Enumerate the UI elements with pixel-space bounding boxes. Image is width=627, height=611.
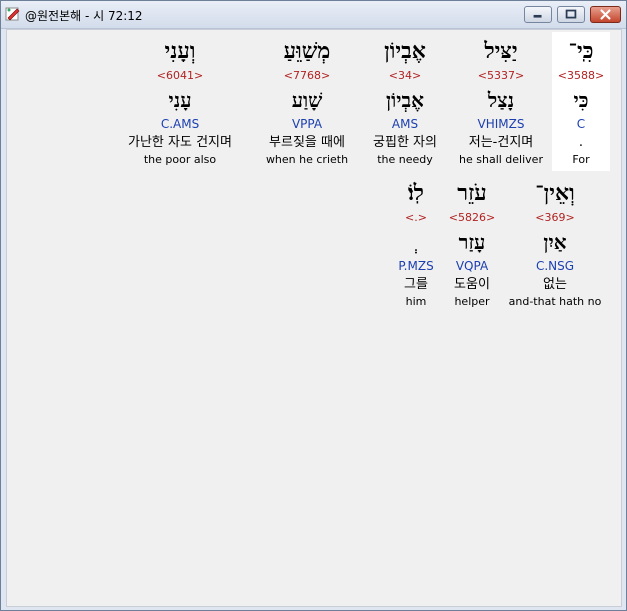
close-icon [600, 9, 611, 20]
korean-gloss: 궁핍한 자의 [373, 135, 437, 150]
maximize-icon [565, 9, 577, 19]
maximize-button[interactable] [557, 6, 585, 23]
morphology-code: VHIMZS [477, 117, 525, 131]
english-gloss: him [405, 295, 427, 308]
interlinear-view: כִּֽי־ <3588> כִּי C . For יַצִּיל <5337… [6, 29, 622, 607]
morphology-code: C [576, 117, 586, 131]
strong-number[interactable]: <6041> [109, 67, 251, 85]
hebrew-word: אֶבְיוֹן [384, 38, 426, 64]
title-bar[interactable]: @원전본해 - 시 72:12 [1, 1, 626, 29]
word-block[interactable]: אֶבְיוֹן <34> אֶבְיוֹן AMS 궁핍한 자의 the ne… [355, 32, 455, 168]
hebrew-word: וְעָנִי [164, 38, 196, 64]
morphology-code: VPPA [291, 117, 323, 131]
morphology-code: C.NSG [535, 259, 575, 273]
app-window: @원전본해 - 시 72:12 כִּֽי־ <3588> כִּי C . F… [0, 0, 627, 611]
korean-gloss: 그를 [404, 277, 428, 292]
korean-gloss: 가난한 자도 건지며 [128, 135, 232, 150]
korean-gloss: 저는-건지며 [468, 135, 534, 150]
hebrew-word: מְשַׁוֵּעַ [283, 38, 331, 64]
english-gloss: the needy [377, 153, 433, 166]
hebrew-word: לֽוֹ׃ [408, 180, 424, 206]
lemma: נָצַל [487, 88, 515, 112]
strong-number[interactable]: <.> [385, 209, 447, 227]
lemma: אֶבְיוֹן [386, 88, 424, 112]
lemma: שָׁוַע [291, 88, 323, 112]
word-block[interactable]: וְאֵין־ <369> אַיִן C.NSG 없는 and-that ha… [503, 177, 607, 310]
window-title: @원전본해 - 시 72:12 [25, 9, 143, 23]
strong-number[interactable]: <7768> [255, 67, 359, 85]
lemma: אַיִן [543, 230, 567, 254]
strong-number[interactable]: <3588> [552, 67, 610, 85]
strong-number[interactable]: <34> [355, 67, 455, 85]
korean-gloss: 없는 [543, 277, 567, 292]
hebrew-word: יַצִּיל [484, 38, 518, 64]
morphology-code: P.MZS [398, 259, 434, 273]
english-gloss: For [572, 153, 590, 166]
english-gloss: the poor also [143, 153, 217, 166]
word-block[interactable]: וְעָנִי <6041> עָנִי C.AMS 가난한 자도 건지며 th… [109, 32, 251, 168]
lemma: ְ [385, 227, 447, 257]
strong-number[interactable]: <369> [503, 209, 607, 227]
word-block[interactable]: כִּֽי־ <3588> כִּי C . For [552, 32, 610, 171]
minimize-button[interactable] [524, 6, 552, 23]
english-gloss: when he crieth [265, 153, 349, 166]
strong-number[interactable]: <5337> [451, 67, 551, 85]
word-block[interactable]: מְשַׁוֵּעַ <7768> שָׁוַע VPPA 부르짖을 때에 wh… [255, 32, 359, 168]
lemma: עָנִי [168, 88, 192, 112]
hebrew-word: כִּֽי־ [568, 38, 594, 64]
morphology-code: C.AMS [160, 117, 200, 131]
minimize-icon [533, 14, 542, 18]
korean-gloss: . [578, 135, 584, 150]
lemma: כִּי [573, 88, 589, 112]
morphology-code: AMS [391, 117, 419, 131]
close-button[interactable] [590, 6, 621, 23]
word-block[interactable]: יַצִּיל <5337> נָצַל VHIMZS 저는-건지며 he sh… [451, 32, 551, 168]
english-gloss: he shall deliver [459, 153, 543, 166]
english-gloss: and-that hath no [508, 295, 602, 308]
app-icon [5, 7, 20, 21]
word-block[interactable]: לֽוֹ׃ <.> ְ P.MZS 그를 him [385, 177, 447, 310]
hebrew-word: וְאֵין־ [535, 180, 575, 206]
korean-gloss: 부르짖을 때에 [269, 135, 345, 150]
